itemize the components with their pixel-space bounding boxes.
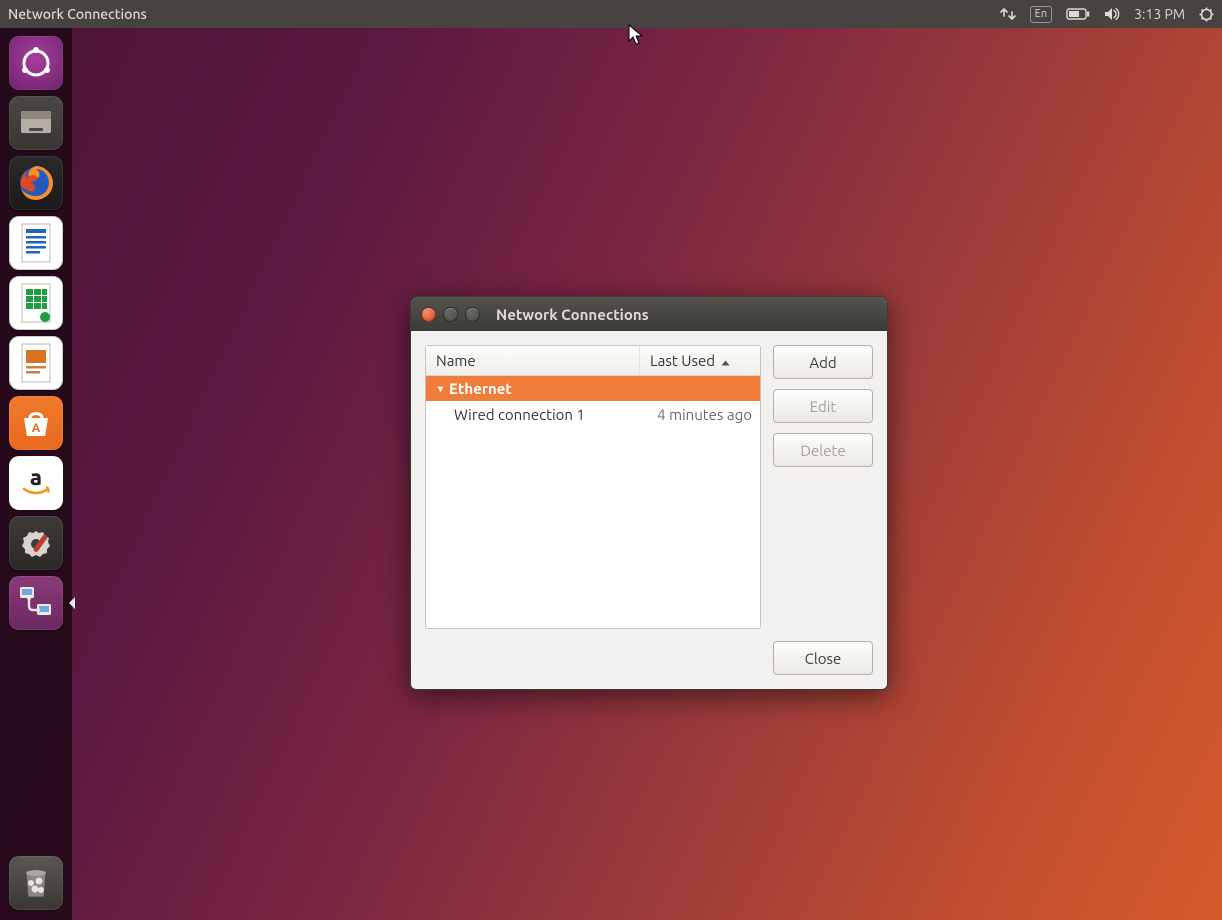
menubar-app-title: Network Connections [8, 6, 147, 22]
connection-last-used: 4 minutes ago [630, 406, 760, 423]
sort-ascending-icon [721, 352, 730, 369]
launcher-files[interactable] [9, 96, 63, 150]
delete-button[interactable]: Delete [773, 433, 873, 467]
edit-button[interactable]: Edit [773, 389, 873, 423]
window-maximize-button[interactable] [465, 307, 480, 322]
add-button[interactable]: Add [773, 345, 873, 379]
launcher-dash[interactable] [9, 36, 63, 90]
column-name[interactable]: Name [426, 346, 640, 376]
window-minimize-button[interactable] [443, 307, 458, 322]
connection-group-ethernet[interactable]: ▾ Ethernet [426, 376, 760, 401]
svg-text:a: a [30, 465, 42, 490]
launcher-firefox[interactable] [9, 156, 63, 210]
launcher-calc[interactable] [9, 276, 63, 330]
launcher-impress[interactable] [9, 336, 63, 390]
network-connections-dialog: Network Connections Name Last Used ▾ Eth… [410, 296, 888, 690]
connection-row[interactable]: Wired connection 1 4 minutes ago [426, 401, 760, 428]
dialog-titlebar[interactable]: Network Connections [411, 297, 887, 331]
launcher-software[interactable]: A [9, 396, 63, 450]
battery-indicator-icon[interactable] [1066, 8, 1090, 20]
launcher-settings[interactable] [9, 516, 63, 570]
language-indicator[interactable]: En [1030, 6, 1052, 23]
window-close-button[interactable] [421, 307, 436, 322]
connection-name: Wired connection 1 [426, 406, 630, 423]
connection-list[interactable]: Name Last Used ▾ Ethernet Wired connecti… [425, 345, 761, 629]
svg-text:A: A [32, 422, 41, 435]
sound-indicator-icon[interactable] [1104, 7, 1120, 21]
unity-launcher: A a [0, 28, 72, 920]
launcher-amazon[interactable]: a [9, 456, 63, 510]
clock[interactable]: 3:13 PM [1134, 6, 1185, 22]
close-button[interactable]: Close [773, 641, 873, 675]
dialog-title: Network Connections [496, 306, 649, 323]
launcher-network-connections[interactable] [9, 576, 63, 630]
connection-list-header: Name Last Used [426, 346, 760, 376]
launcher-trash[interactable] [9, 856, 63, 910]
top-menubar: Network Connections En 3:13 PM [0, 0, 1222, 28]
launcher-writer[interactable] [9, 216, 63, 270]
session-indicator-icon[interactable] [1199, 7, 1214, 22]
mouse-cursor-icon [628, 24, 644, 50]
network-indicator-icon[interactable] [1000, 7, 1016, 21]
expand-icon: ▾ [438, 383, 443, 395]
column-last-used[interactable]: Last Used [640, 346, 760, 376]
